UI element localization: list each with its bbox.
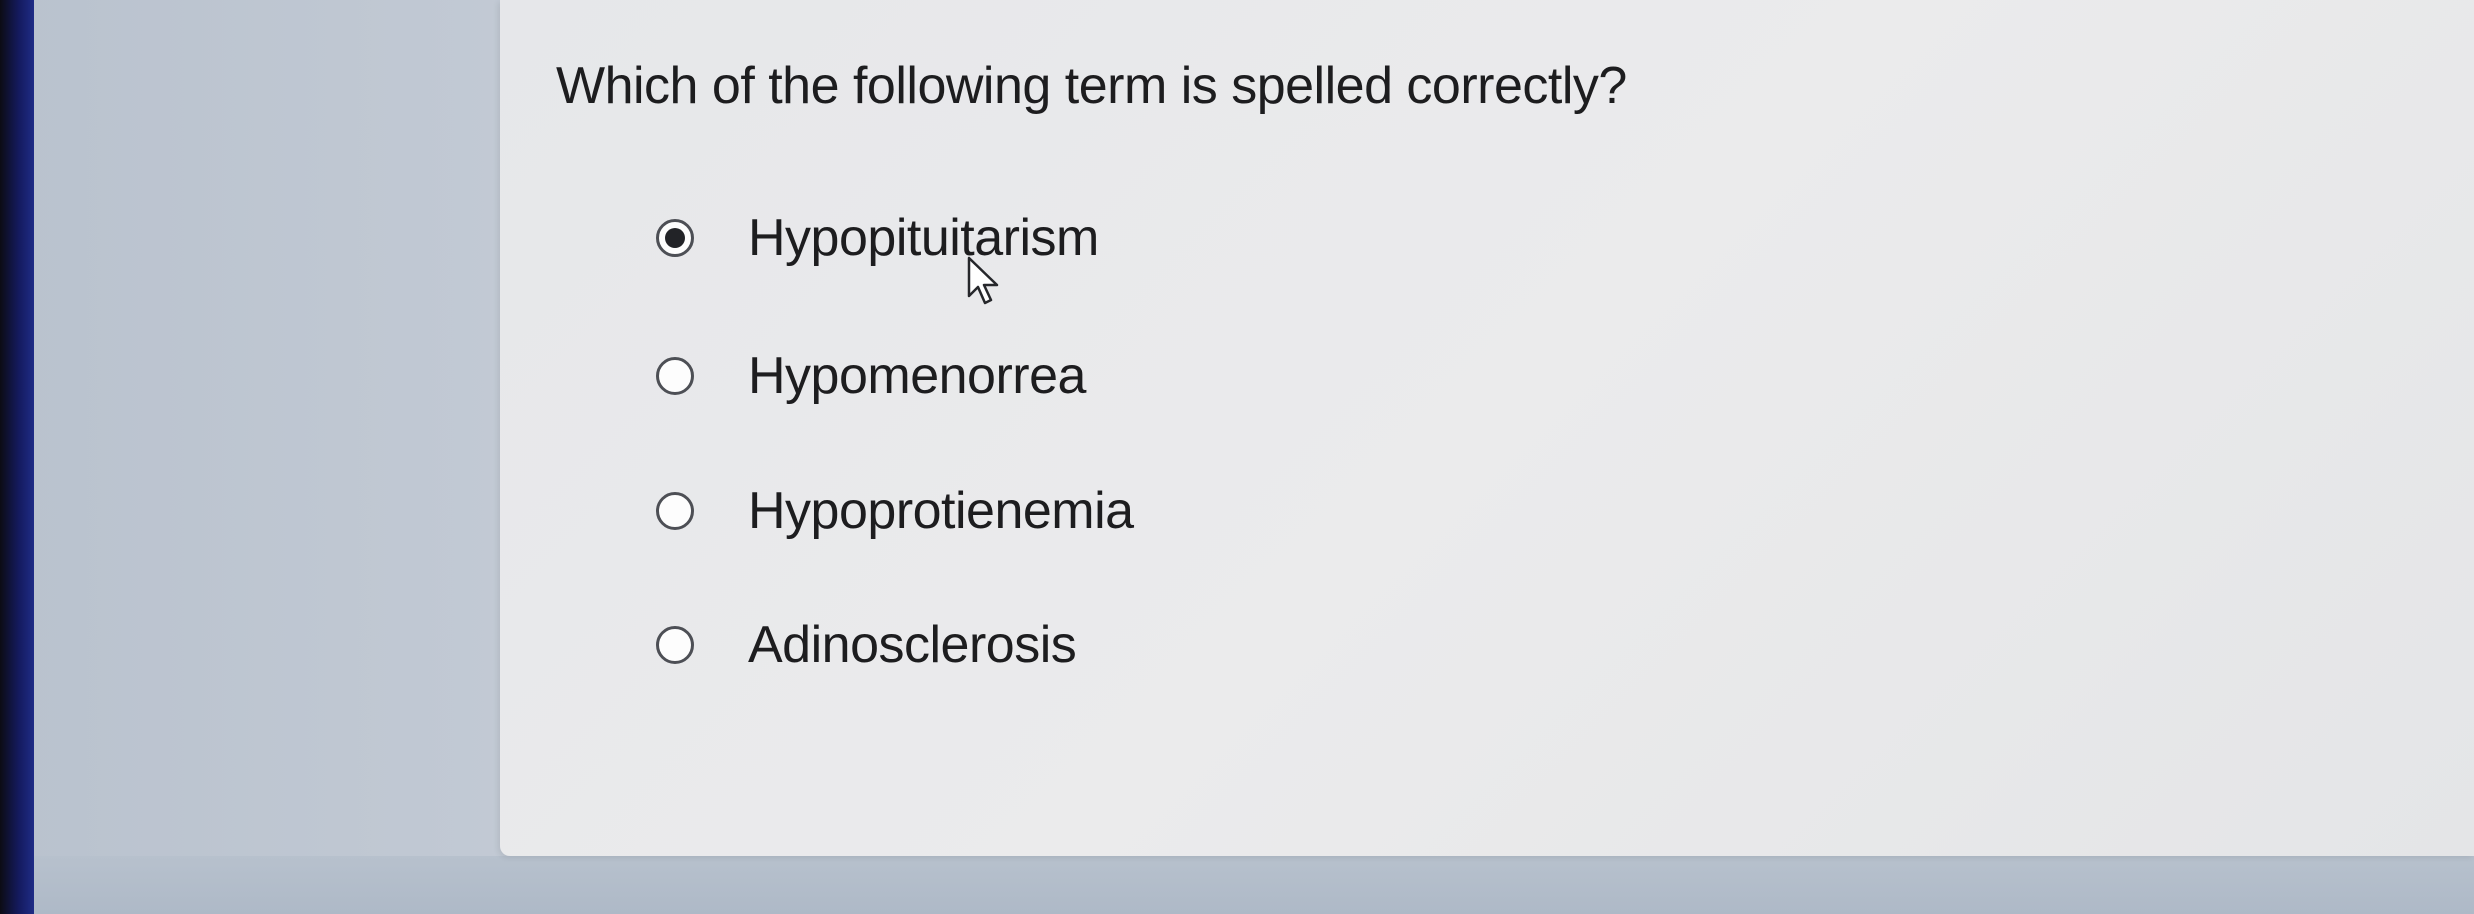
radio-button[interactable] bbox=[656, 626, 694, 664]
option-hypomenorrea[interactable]: Hypomenorrea bbox=[656, 341, 1086, 411]
option-label: Hypoprotienemia bbox=[748, 482, 1134, 540]
radio-button-selected[interactable] bbox=[656, 219, 694, 257]
option-label: Hypopituitarism bbox=[748, 209, 1099, 267]
option-label: Adinosclerosis bbox=[748, 616, 1077, 674]
radio-button[interactable] bbox=[656, 492, 694, 530]
option-hypoprotienemia[interactable]: Hypoprotienemia bbox=[656, 476, 1134, 546]
page-background-strip bbox=[34, 856, 2474, 914]
mouse-pointer-icon bbox=[967, 256, 999, 305]
option-hypopituitarism[interactable]: Hypopituitarism bbox=[656, 203, 1099, 273]
option-adinosclerosis[interactable]: Adinosclerosis bbox=[656, 610, 1077, 680]
screen-bezel bbox=[0, 0, 34, 914]
option-label: Hypomenorrea bbox=[748, 347, 1086, 405]
question-card bbox=[500, 0, 2474, 856]
radio-button[interactable] bbox=[656, 357, 694, 395]
question-prompt: Which of the following term is spelled c… bbox=[556, 57, 1627, 115]
